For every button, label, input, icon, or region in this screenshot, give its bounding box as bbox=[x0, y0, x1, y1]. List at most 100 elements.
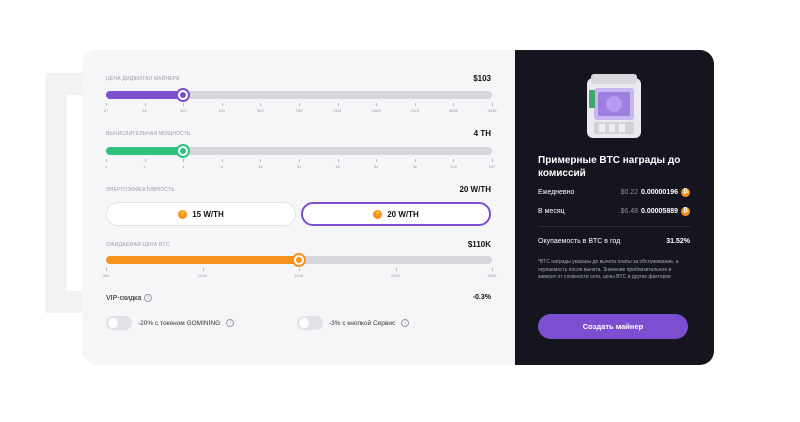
tick-label: 2 bbox=[143, 164, 146, 169]
payback-label: Окупаемость в BTC в год bbox=[538, 238, 621, 245]
tick-label: 62 bbox=[142, 108, 147, 113]
divider bbox=[538, 226, 690, 227]
info-icon[interactable]: i bbox=[144, 294, 153, 302]
tick-label: 4538 bbox=[487, 108, 497, 113]
efficiency-value: 20 W/TH bbox=[459, 185, 491, 194]
power-slider[interactable] bbox=[106, 144, 492, 158]
price-ticks: 27 62 103 205 400 795 1181 1569 2315 3066 4538 bbox=[103, 103, 496, 115]
tick-label: 400 bbox=[257, 108, 264, 113]
btc-price-value: $110K bbox=[467, 240, 491, 249]
power-slider-handle[interactable] bbox=[176, 144, 191, 158]
daily-reward-label: Ежедневно bbox=[538, 189, 575, 196]
btc-price-slider-handle-dot bbox=[296, 257, 302, 263]
info-icon[interactable]: i bbox=[226, 319, 235, 327]
tick-label: 27 bbox=[103, 108, 109, 113]
tick-label: 2315 bbox=[410, 108, 420, 113]
tick-label: 96 bbox=[412, 164, 418, 169]
price-slider[interactable] bbox=[106, 88, 492, 102]
power-ticks: 1 2 4 8 16 32 48 64 96 128 197 bbox=[104, 159, 495, 171]
tick-mark bbox=[414, 103, 416, 106]
daily-reward-row: Ежедневно $0.22 0.00000196 ₿ bbox=[538, 188, 690, 197]
btc-price-slider[interactable] bbox=[106, 253, 492, 267]
payback-value: 31.52% bbox=[666, 238, 690, 245]
tick-mark bbox=[376, 159, 378, 162]
monthly-reward-btc: 0.00005889 bbox=[641, 208, 678, 215]
rewards-footnote: *BTC награды указаны до вычета платы за … bbox=[538, 259, 679, 281]
tick-label: 130K bbox=[487, 273, 497, 278]
btc-price-label: Ожидаемая цена BTC bbox=[106, 242, 170, 248]
tick-mark bbox=[202, 268, 204, 271]
tick-mark bbox=[337, 103, 339, 106]
tick-label: 128 bbox=[450, 164, 457, 169]
efficiency-option-label: 20 W/TH bbox=[387, 209, 419, 219]
tick-mark bbox=[221, 159, 223, 162]
tick-mark bbox=[260, 103, 262, 106]
tick-mark bbox=[106, 103, 107, 106]
tick-label: 197 bbox=[488, 164, 496, 169]
monthly-reward-row: В месяц $6.48 0.00005889 ₿ bbox=[538, 207, 690, 216]
tick-mark bbox=[299, 268, 300, 271]
price-slider-fill bbox=[106, 91, 184, 99]
tick-mark bbox=[492, 103, 493, 106]
payback-row: Окупаемость в BTC в год 31.52% bbox=[538, 238, 690, 245]
tick-mark bbox=[144, 103, 146, 106]
tick-label: 48 bbox=[335, 164, 340, 169]
service-button-toggle-label: -3% с кнопкой Сервис bbox=[329, 319, 396, 327]
miner-device-image bbox=[587, 74, 641, 138]
tick-label: 4 bbox=[182, 164, 185, 169]
power-value: 4 TH bbox=[473, 129, 491, 138]
btc-price-slider-handle[interactable] bbox=[292, 253, 306, 267]
tick-mark bbox=[221, 103, 223, 106]
daily-reward-btc: 0.00000196 bbox=[641, 189, 678, 196]
tick-label: 1569 bbox=[371, 108, 381, 113]
tick-mark bbox=[337, 159, 339, 162]
efficiency-option-label: 15 W/TH bbox=[192, 209, 224, 219]
monthly-reward-label: В месяц bbox=[538, 208, 565, 215]
price-slider-handle[interactable] bbox=[176, 88, 191, 102]
daily-reward-usd: $0.22 bbox=[620, 189, 639, 196]
btc-price-ticks: 90K 100K 110K 120K 130K bbox=[102, 268, 497, 280]
tick-mark bbox=[106, 159, 107, 162]
tick-mark bbox=[453, 159, 455, 162]
gomining-token-toggle-label: -20% с токеном GOMINING bbox=[138, 319, 221, 327]
tick-label: 100K bbox=[197, 273, 208, 278]
tick-label: 3066 bbox=[448, 108, 458, 113]
tick-mark bbox=[299, 103, 300, 106]
tick-label: 8 bbox=[220, 164, 223, 169]
tick-mark bbox=[183, 103, 185, 106]
rewards-panel: Примерные BTC награды до комиссий Ежедне… bbox=[515, 50, 714, 365]
tick-label: 795 bbox=[295, 108, 303, 113]
vip-discount-label: VIP-скидка i bbox=[106, 294, 153, 302]
tick-mark bbox=[376, 103, 378, 106]
tick-mark bbox=[260, 159, 262, 162]
tick-label: 32 bbox=[296, 164, 302, 169]
vip-discount-text: VIP-скидка bbox=[106, 294, 142, 302]
price-slider-handle-dot bbox=[180, 92, 187, 98]
power-slider-handle-dot bbox=[180, 148, 187, 154]
tick-label: 205 bbox=[218, 108, 226, 113]
tick-mark bbox=[414, 159, 416, 162]
tick-label: 110K bbox=[294, 273, 304, 278]
gomining-token-toggle[interactable] bbox=[106, 316, 132, 330]
tick-mark bbox=[144, 159, 146, 162]
tick-mark bbox=[395, 268, 397, 271]
efficiency-option-15[interactable]: ⚡ 15 W/TH bbox=[106, 202, 296, 226]
info-icon[interactable]: i bbox=[401, 319, 410, 327]
tick-mark bbox=[183, 159, 185, 162]
tick-label: 1181 bbox=[333, 108, 342, 113]
bolt-icon: ⚡ bbox=[373, 209, 383, 219]
monthly-reward-usd: $6.48 bbox=[620, 208, 639, 215]
price-label: Цена диджитал майнера bbox=[106, 76, 180, 82]
efficiency-option-20[interactable]: ⚡ 20 W/TH bbox=[301, 202, 491, 226]
tick-mark bbox=[492, 268, 493, 271]
tick-label: 1 bbox=[104, 164, 108, 169]
tick-mark bbox=[492, 159, 493, 162]
efficiency-label: Энергоэффективность bbox=[106, 187, 175, 193]
service-button-toggle[interactable] bbox=[297, 316, 323, 330]
tick-mark bbox=[106, 268, 107, 271]
price-value: $103 bbox=[473, 74, 491, 83]
btc-price-slider-fill bbox=[106, 256, 299, 264]
create-miner-button[interactable]: Создать майнер bbox=[538, 314, 688, 339]
btc-icon: ₿ bbox=[681, 207, 690, 216]
power-slider-fill bbox=[106, 147, 184, 155]
